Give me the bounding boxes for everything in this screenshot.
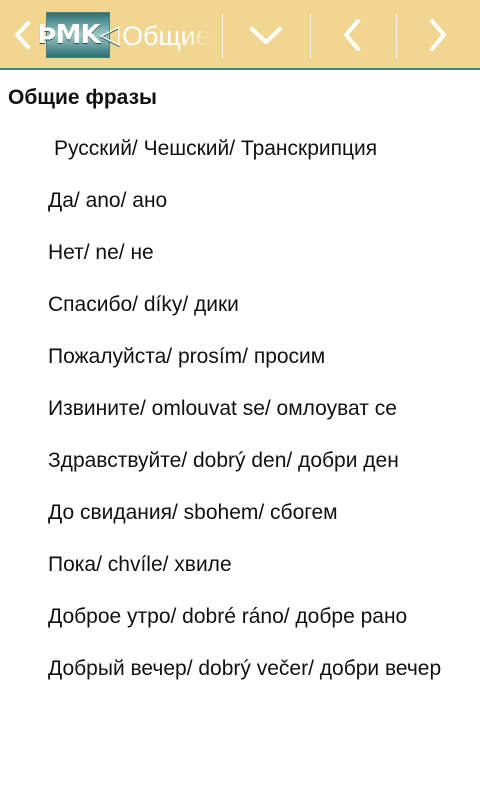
phrase-row: Здравствуйте/ dobrý den/ добри ден <box>48 449 399 472</box>
phrase-row: Пока/ chvíle/ хвиле <box>48 553 232 576</box>
phrase-row: Доброе утро/ dobré ráno/ добре рано <box>48 605 408 628</box>
phrase-row: До свидания/ sbohem/ сбогем <box>48 501 338 524</box>
toolbar-divider <box>396 14 397 58</box>
top-toolbar: ÞMK◁ Общие фразы <box>0 0 480 70</box>
toolbar-divider <box>222 14 223 58</box>
phrase-row: Извините/ omlouvat se/ омлоуват се <box>48 397 397 420</box>
chevron-left-icon <box>344 19 360 51</box>
previous-button[interactable] <box>322 12 382 58</box>
dropdown-button[interactable] <box>236 12 296 58</box>
chevron-down-icon <box>250 27 282 44</box>
section-heading: Общие фразы <box>8 86 157 109</box>
phrase-row: Пожалуйста/ prosím/ просим <box>48 345 326 368</box>
next-button[interactable] <box>408 12 468 58</box>
app-logo[interactable]: ÞMK◁ <box>37 12 120 58</box>
toolbar-divider <box>310 14 311 58</box>
phrase-row: Нет/ ne/ не <box>48 241 154 264</box>
back-button[interactable] <box>8 18 36 52</box>
phrase-row: Да/ ano/ ано <box>48 189 168 212</box>
page-title: Общие фразы <box>122 21 210 51</box>
phrase-row: Спасибо/ díky/ дики <box>48 293 239 316</box>
back-icon <box>15 21 30 49</box>
column-header-row: Русский/ Чешский/ Транскрипция <box>54 137 378 160</box>
chevron-right-icon <box>430 19 446 51</box>
phrase-row: Добрый вечер/ dobrý večer/ добри вечер <box>48 657 442 680</box>
